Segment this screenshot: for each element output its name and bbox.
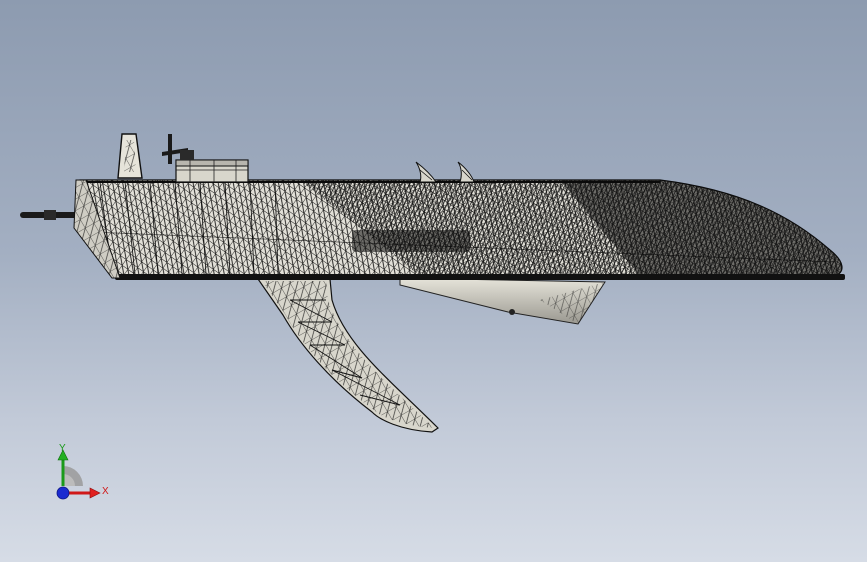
console-box[interactable]	[175, 159, 249, 183]
stern-rod[interactable]	[20, 210, 78, 220]
graphics-viewport[interactable]: Y X	[0, 0, 867, 562]
y-axis-label: Y	[59, 443, 66, 454]
coordinate-triad[interactable]: Y X	[44, 440, 114, 510]
hull-logo	[352, 230, 470, 252]
main-hull[interactable]	[77, 179, 845, 280]
deck-fin-rear[interactable]	[415, 161, 437, 183]
x-axis-label: X	[102, 486, 109, 497]
hydrofoil-strut[interactable]	[256, 278, 439, 433]
keel-fin[interactable]	[399, 277, 606, 325]
triad-graphic	[56, 449, 101, 500]
deck-fin-front[interactable]	[457, 161, 475, 183]
windshield[interactable]	[117, 133, 143, 179]
boat-model[interactable]	[0, 0, 867, 562]
